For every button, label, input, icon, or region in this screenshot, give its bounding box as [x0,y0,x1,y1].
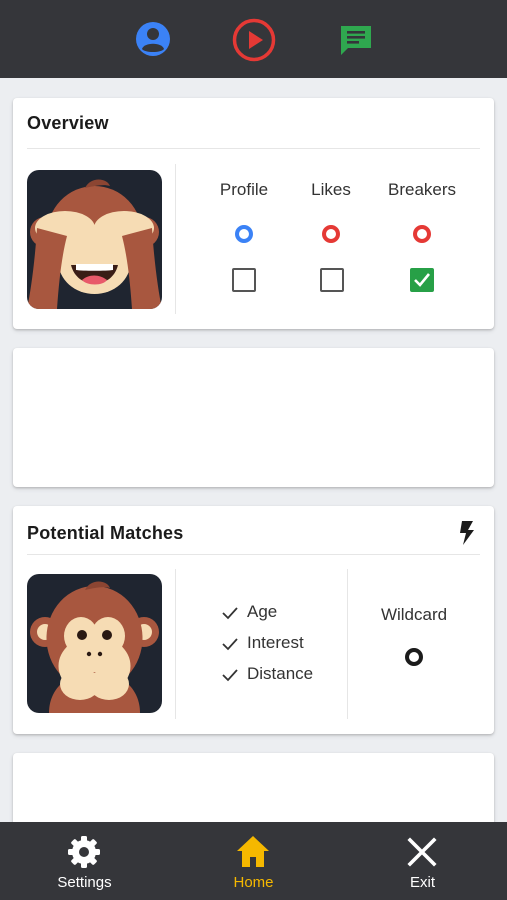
bolt-icon[interactable] [459,521,475,545]
nav-exit[interactable]: Exit [338,822,507,900]
wildcard-indicator[interactable] [405,648,423,666]
check-icon [222,669,238,682]
nav-settings-label: Settings [57,874,112,891]
breakers-column-label: Breakers [387,180,457,199]
see-no-evil-monkey-avatar [27,170,162,309]
nav-settings[interactable]: Settings [0,822,169,900]
nav-home-label: Home [233,874,274,891]
breakers-status-indicator [413,225,431,243]
close-icon [407,837,437,867]
nav-home[interactable]: Home [169,822,338,900]
play-icon[interactable] [232,18,276,62]
likes-checkbox[interactable] [320,268,344,292]
home-icon [237,836,269,867]
matches-vertical-divider-right [347,569,348,719]
likes-status-indicator [322,225,340,243]
overview-vertical-divider [175,164,176,314]
matches-vertical-divider-left [175,569,176,719]
chat-icon[interactable] [338,22,374,58]
potential-matches-divider [27,554,480,555]
speak-no-evil-monkey-avatar [27,574,162,713]
check-icon [222,607,238,620]
bottom-navigation-bar: Settings Home Exit [0,822,507,900]
top-navigation-bar [0,0,507,78]
wildcard-label: Wildcard [380,605,448,624]
overview-divider [27,148,480,149]
criteria-label: Interest [247,633,304,652]
likes-column-label: Likes [311,180,351,199]
empty-card [13,348,494,487]
profile-column-label: Profile [219,180,269,199]
breakers-checkbox[interactable] [410,268,434,292]
criteria-label: Distance [247,664,314,683]
profile-checkbox[interactable] [232,268,256,292]
gear-icon [68,836,100,868]
potential-matches-card: Potential Matches Age Interest Distance … [13,506,494,734]
potential-matches-title: Potential Matches [27,523,184,543]
profile-icon[interactable] [135,21,171,57]
overview-title: Overview [27,113,109,133]
checkmark-icon [414,273,431,287]
profile-status-indicator [235,225,253,243]
check-icon [222,638,238,651]
nav-exit-label: Exit [409,874,435,891]
criteria-label: Age [247,602,278,621]
overview-card: Overview Profile Likes Breakers [13,98,494,329]
